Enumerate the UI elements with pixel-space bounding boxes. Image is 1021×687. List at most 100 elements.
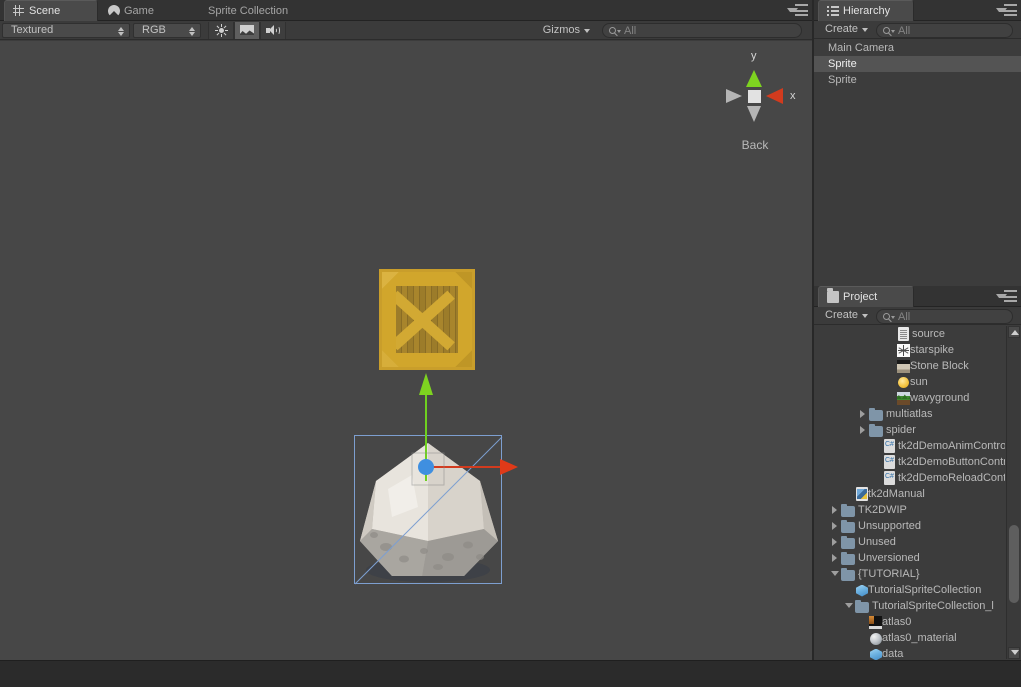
project-toolbar: Create All: [814, 307, 1021, 325]
tab-scene[interactable]: Scene: [4, 0, 98, 21]
project-tree-row[interactable]: TutorialSpriteCollection: [814, 582, 1005, 598]
chevron-down-icon: [617, 30, 621, 33]
toggle-effects-button[interactable]: [234, 21, 260, 39]
hierarchy-create-button[interactable]: Create: [818, 22, 873, 37]
hierarchy-toolbar: Create All: [814, 21, 1021, 39]
sun-texture-icon: [897, 376, 910, 389]
hierarchy-panel: Hierarchy Create All Main Camera Sprite: [814, 0, 1021, 286]
game-pacman-icon: [108, 5, 120, 17]
project-tree-row[interactable]: starspike: [814, 342, 1005, 358]
project-search-input[interactable]: All: [876, 309, 1013, 324]
project-tree-row[interactable]: tk2dDemoButtonContr: [814, 454, 1005, 470]
prefab-icon: [856, 584, 868, 597]
project-tree-row[interactable]: wavyground: [814, 390, 1005, 406]
crate-bevel: [382, 272, 472, 367]
hierarchy-options-menu-icon[interactable]: [995, 4, 1017, 17]
project-tree-row[interactable]: Unsupported: [814, 518, 1005, 534]
move-gizmo[interactable]: [340, 371, 540, 491]
project-tree-row[interactable]: Unversioned: [814, 550, 1005, 566]
axis-x-arrow-icon[interactable]: [766, 88, 783, 104]
toggle-lighting-button[interactable]: [208, 21, 234, 39]
folder-icon: [841, 519, 855, 533]
folder-icon: [869, 423, 883, 437]
tree-disclosure-triangle-icon[interactable]: [830, 534, 841, 550]
project-tree-row[interactable]: atlas0: [814, 614, 1005, 630]
tab-project[interactable]: Project: [818, 286, 914, 307]
image-icon: [240, 25, 254, 35]
hierarchy-item-main-camera[interactable]: Main Camera: [814, 40, 1021, 56]
project-tree[interactable]: source starspike Stone Block sun wavyground m…: [814, 326, 1005, 660]
hierarchy-item-sprite-selected[interactable]: Sprite: [814, 56, 1021, 72]
tab-sprite-collection[interactable]: Sprite Collection: [200, 0, 308, 21]
project-tree-row[interactable]: data: [814, 646, 1005, 660]
scene-axis-gizmo[interactable]: y x Back: [710, 48, 800, 158]
speaker-icon: [266, 24, 280, 36]
scene-viewport[interactable]: y x Back: [0, 41, 812, 660]
axis-y-negative-arrow-icon[interactable]: [747, 106, 761, 122]
project-tabstrip: Project: [814, 286, 1021, 307]
project-create-label: Create: [825, 309, 859, 321]
project-row-label: tk2dDemoButtonContr: [898, 456, 1005, 468]
hierarchy-tabstrip: Hierarchy: [814, 0, 1021, 21]
project-tree-row[interactable]: source: [814, 326, 1005, 342]
tree-disclosure-triangle-icon[interactable]: [858, 422, 869, 438]
project-tree-row[interactable]: atlas0_material: [814, 630, 1005, 646]
tree-disclosure-triangle-icon[interactable]: [858, 406, 869, 422]
axis-x-negative-arrow-icon[interactable]: [726, 89, 742, 103]
tab-scene-label: Scene: [29, 5, 61, 17]
hierarchy-search-input[interactable]: All: [876, 23, 1013, 38]
hierarchy-list[interactable]: Main Camera Sprite Sprite: [814, 40, 1021, 286]
tree-disclosure-triangle-icon[interactable]: [830, 518, 841, 534]
project-row-label: Unversioned: [858, 552, 920, 564]
gizmos-dropdown[interactable]: Gizmos: [536, 23, 594, 38]
project-tree-row[interactable]: Stone Block: [814, 358, 1005, 374]
project-create-button[interactable]: Create: [818, 308, 873, 323]
project-row-label: tk2dDemoReloadConti: [898, 472, 1005, 484]
tab-game[interactable]: Game: [100, 0, 200, 21]
project-tree-row[interactable]: Unused: [814, 534, 1005, 550]
project-tree-row[interactable]: {TUTORIAL}: [814, 566, 1005, 582]
hierarchy-item-sprite[interactable]: Sprite: [814, 72, 1021, 88]
axis-center-cube-icon[interactable]: [748, 90, 761, 103]
axis-x-label: x: [790, 90, 796, 102]
tree-disclosure-triangle-icon[interactable]: [830, 566, 841, 582]
project-scrollbar[interactable]: [1006, 326, 1020, 659]
draw-mode-dropdown[interactable]: Textured: [2, 22, 130, 38]
project-tree-row[interactable]: tk2dDemoAnimContro: [814, 438, 1005, 454]
project-row-label: TutorialSpriteCollection: [868, 584, 982, 596]
material-icon: [870, 632, 882, 645]
project-tree-row[interactable]: TutorialSpriteCollection_l: [814, 598, 1005, 614]
tree-disclosure-triangle-icon[interactable]: [830, 502, 841, 518]
project-tree-row[interactable]: sun: [814, 374, 1005, 390]
tree-disclosure-triangle-icon[interactable]: [844, 598, 855, 614]
project-tree-row[interactable]: spider: [814, 422, 1005, 438]
crate-sprite[interactable]: [379, 269, 475, 370]
project-row-label: data: [882, 648, 904, 660]
csharp-icon: [884, 439, 895, 453]
project-tree-row[interactable]: TK2DWIP: [814, 502, 1005, 518]
project-tree-row[interactable]: tk2dManual: [814, 486, 1005, 502]
axis-y-arrow-icon[interactable]: [746, 70, 762, 87]
status-bar: [0, 660, 1021, 687]
scroll-up-arrow-icon[interactable]: [1008, 326, 1020, 338]
scene-options-menu-icon[interactable]: [786, 4, 808, 17]
scene-toolbar: Textured RGB Gizmos All: [0, 21, 812, 40]
color-mode-dropdown[interactable]: RGB: [133, 22, 201, 38]
color-mode-value: RGB: [142, 23, 166, 36]
scroll-down-arrow-icon[interactable]: [1008, 647, 1020, 659]
prefab-icon: [870, 648, 882, 660]
manual-icon: [856, 487, 868, 501]
tab-hierarchy[interactable]: Hierarchy: [818, 0, 914, 21]
project-tree-row[interactable]: tk2dDemoReloadConti: [814, 470, 1005, 486]
toggle-audio-button[interactable]: [260, 21, 286, 39]
folder-icon: [827, 288, 839, 303]
project-tree-row[interactable]: multiatlas: [814, 406, 1005, 422]
wavy-icon: [897, 392, 910, 405]
project-options-menu-icon[interactable]: [995, 290, 1017, 303]
folder-icon: [841, 567, 855, 581]
scrollbar-thumb[interactable]: [1009, 525, 1019, 603]
tree-disclosure-triangle-icon[interactable]: [830, 550, 841, 566]
scene-search-input[interactable]: All: [602, 23, 802, 38]
